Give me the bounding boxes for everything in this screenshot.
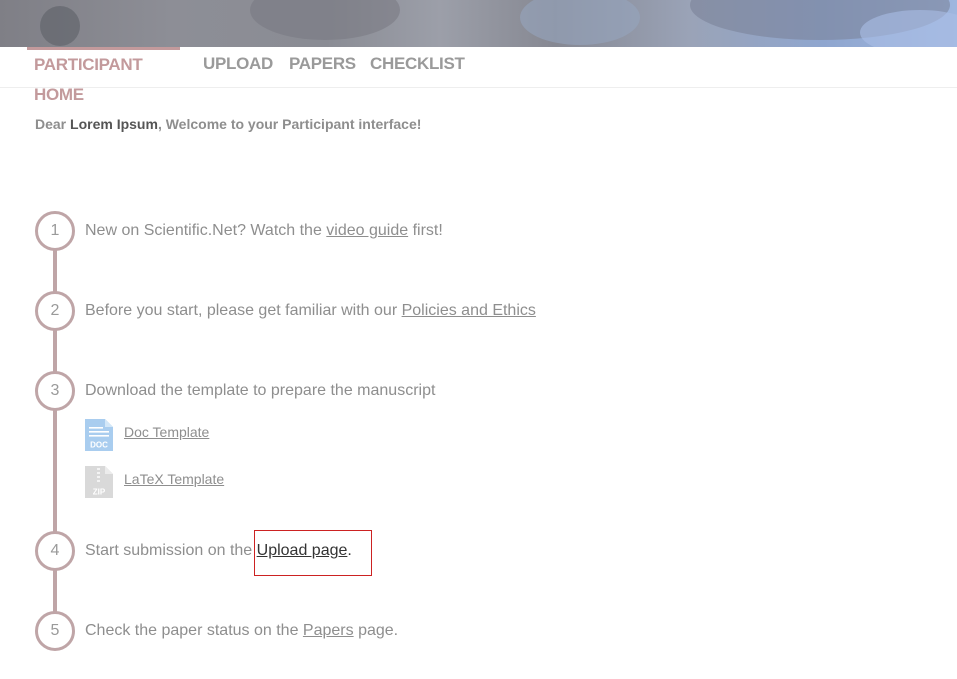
step-2-text: Before you start, please get familiar wi… bbox=[85, 302, 536, 320]
step-2-text-before: Before you start, please get familiar wi… bbox=[85, 302, 402, 319]
tab-upload[interactable]: UPLOAD bbox=[203, 47, 273, 87]
welcome-suffix: , Welcome to your Participant interface! bbox=[157, 116, 422, 132]
step-5-text-before: Check the paper status on the bbox=[85, 622, 303, 639]
step-4-text-before: Start submission on the bbox=[85, 542, 257, 559]
main-nav: PARTICIPANT HOME UPLOAD PAPERS CHECKLIST bbox=[0, 47, 957, 104]
step-1-text-after: first! bbox=[408, 222, 443, 239]
zip-file-badge: ZIP bbox=[93, 488, 106, 497]
step-1-text: New on Scientific.Net? Watch the video g… bbox=[85, 222, 443, 240]
step-number-1: 1 bbox=[35, 211, 75, 251]
doc-template-link[interactable]: Doc Template bbox=[124, 424, 209, 440]
banner-decoration bbox=[40, 6, 80, 46]
tab-participant-home[interactable]: PARTICIPANT HOME bbox=[27, 47, 180, 104]
tab-papers[interactable]: PAPERS bbox=[289, 47, 356, 87]
step-3-text: Download the template to prepare the man… bbox=[85, 382, 436, 399]
step-5-text-after: page. bbox=[353, 622, 399, 639]
step-number-3: 3 bbox=[35, 371, 75, 411]
latex-template-link[interactable]: LaTeX Template bbox=[124, 471, 224, 487]
policies-ethics-link[interactable]: Policies and Ethics bbox=[402, 302, 536, 319]
step-5-text: Check the paper status on the Papers pag… bbox=[85, 622, 398, 640]
step-number-5: 5 bbox=[35, 611, 75, 651]
step-number-4: 4 bbox=[35, 531, 75, 571]
header-banner bbox=[0, 0, 957, 47]
welcome-message: Dear Lorem Ipsum, Welcome to your Partic… bbox=[35, 116, 421, 132]
step-number-2: 2 bbox=[35, 291, 75, 331]
papers-link[interactable]: Papers bbox=[303, 622, 354, 639]
video-guide-link[interactable]: video guide bbox=[326, 222, 408, 239]
step-1-text-before: New on Scientific.Net? Watch the bbox=[85, 222, 327, 239]
welcome-prefix: Dear bbox=[35, 116, 71, 132]
doc-file-icon: DOC bbox=[85, 419, 113, 451]
banner-decoration bbox=[250, 0, 400, 40]
participant-name: Lorem Ipsum bbox=[70, 116, 158, 132]
highlight-box bbox=[254, 530, 372, 576]
doc-file-badge: DOC bbox=[90, 441, 108, 450]
tab-checklist[interactable]: CHECKLIST bbox=[370, 47, 465, 87]
zip-file-icon: ZIP bbox=[85, 466, 113, 498]
banner-decoration bbox=[520, 0, 640, 45]
